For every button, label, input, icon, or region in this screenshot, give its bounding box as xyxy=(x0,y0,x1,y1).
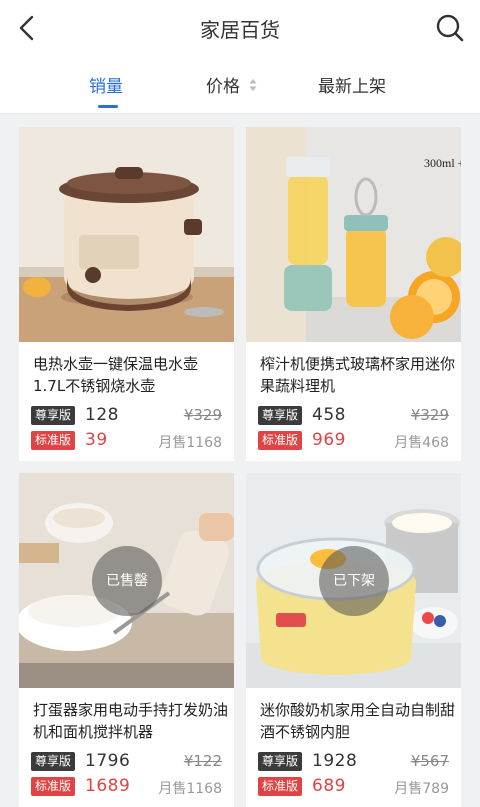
vip-price: 458 xyxy=(312,405,346,425)
monthly-sales: 月售1168 xyxy=(158,781,222,797)
product-name: 打蛋器家用电动手持打发奶油机和面机搅拌机器 xyxy=(33,701,229,741)
product-name: 迷你酸奶机家用全自动自制甜酒不锈钢内胆 xyxy=(260,701,456,741)
top-bar: 家居百货 xyxy=(0,0,480,56)
original-price: ¥567 xyxy=(410,752,449,770)
standard-price: 689 xyxy=(312,776,346,796)
product-card[interactable]: 已下架 迷你酸奶机家用全自动自制甜酒不锈钢内胆 尊享版 1928 ¥567 标准… xyxy=(246,473,461,807)
product-name: 电热水壶一键保温电水壶1.7L不锈钢烧水壶 xyxy=(33,355,199,395)
standard-price: 969 xyxy=(312,430,346,450)
tab-sales[interactable]: 销量 xyxy=(89,72,123,97)
active-tab-indicator xyxy=(98,105,118,108)
standard-price: 1689 xyxy=(85,776,131,796)
standard-badge: 标准版 xyxy=(31,431,76,450)
tab-newest[interactable]: 最新上架 xyxy=(318,72,386,97)
sort-tabs: 销量 价格 最新上架 xyxy=(0,56,480,114)
product-image[interactable]: 300ml + 300ml xyxy=(246,127,461,342)
vip-badge: 尊享版 xyxy=(31,752,76,771)
tab-price[interactable]: 价格 xyxy=(206,72,240,97)
image-caption: 300ml + 300ml xyxy=(424,156,461,170)
product-card[interactable]: 已售罄 打蛋器家用电动手持打发奶油机和面机搅拌机器 尊享版 1796 ¥122 … xyxy=(19,473,234,807)
vip-badge: 尊享版 xyxy=(258,406,303,425)
vip-badge: 尊享版 xyxy=(258,752,303,771)
vip-price: 1796 xyxy=(85,751,131,771)
standard-badge: 标准版 xyxy=(258,777,303,796)
original-price: ¥122 xyxy=(183,752,222,770)
product-card[interactable]: 300ml + 300ml 榨汁机便携式玻璃杯家用迷你果蔬料理机 尊享版 458… xyxy=(246,127,461,461)
vip-price: 128 xyxy=(85,405,119,425)
search-icon xyxy=(436,14,464,42)
monthly-sales: 月售468 xyxy=(394,435,449,451)
original-price: ¥329 xyxy=(183,406,222,424)
sort-arrows-icon[interactable] xyxy=(249,77,257,93)
standard-badge: 标准版 xyxy=(258,431,303,450)
monthly-sales: 月售789 xyxy=(394,781,449,797)
vip-badge: 尊享版 xyxy=(31,406,76,425)
page-title: 家居百货 xyxy=(200,18,280,42)
original-price: ¥329 xyxy=(410,406,449,424)
delisted-overlay: 已下架 xyxy=(319,546,389,616)
product-name: 榨汁机便携式玻璃杯家用迷你果蔬料理机 xyxy=(260,355,456,395)
sold-out-overlay: 已售罄 xyxy=(92,546,162,616)
product-card[interactable]: 电热水壶一键保温电水壶1.7L不锈钢烧水壶 尊享版 128 ¥329 标准版 3… xyxy=(19,127,234,461)
standard-price: 39 xyxy=(85,430,108,450)
product-image[interactable]: 已售罄 xyxy=(19,473,234,688)
standard-badge: 标准版 xyxy=(31,777,76,796)
search-button[interactable] xyxy=(434,12,466,44)
product-image[interactable] xyxy=(19,127,234,342)
product-image[interactable]: 已下架 xyxy=(246,473,461,688)
vip-price: 1928 xyxy=(312,751,358,771)
monthly-sales: 月售1168 xyxy=(158,435,222,451)
